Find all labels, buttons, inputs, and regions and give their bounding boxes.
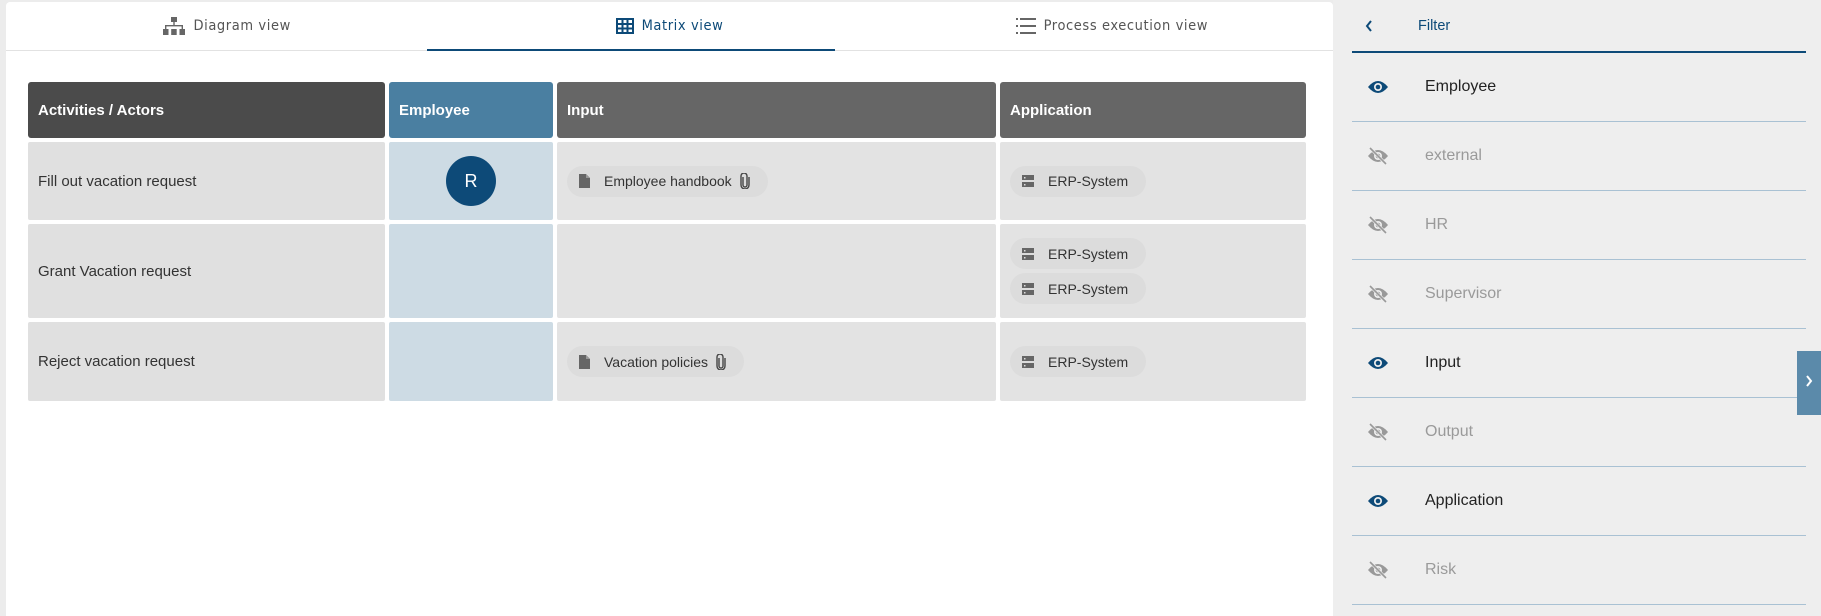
activity-cell[interactable]: Grant Vacation request [28,224,385,318]
eye-icon[interactable] [1367,493,1397,509]
application-cell: ERP-System ERP-System [1000,224,1306,318]
filter-item-label: Application [1425,492,1504,509]
input-cell [557,224,996,318]
eye-off-icon[interactable] [1367,216,1397,234]
sitemap-icon [163,17,186,35]
server-icon [1022,247,1034,260]
filter-sidebar: Filter Employee external HR Supervisor Input… [1333,0,1821,616]
application-chip[interactable]: ERP-System [1010,238,1147,269]
chevron-right-icon [1804,374,1814,393]
activity-cell[interactable]: Reject vacation request [28,322,385,401]
eye-off-icon[interactable] [1367,147,1397,165]
filter-item-label: Input [1425,354,1461,371]
activity-cell[interactable]: Fill out vacation request [28,142,385,220]
application-chip[interactable]: ERP-System [1010,165,1147,197]
tab-label: Diagram view [193,18,291,34]
tab-label: Matrix view [641,18,724,34]
document-icon [579,354,590,369]
eye-icon[interactable] [1367,355,1397,371]
tab-label: Process execution view [1043,18,1209,34]
filter-item-label: Supervisor [1425,285,1502,302]
raci-role-badge[interactable]: R [446,156,496,206]
filter-item-label: HR [1425,216,1449,233]
filter-item-risk[interactable]: Risk [1352,536,1806,605]
server-icon [1022,355,1034,368]
employee-cell[interactable] [389,322,553,401]
chevron-left-icon[interactable] [1364,19,1396,33]
filter-title: Filter [1418,17,1451,34]
eye-icon[interactable] [1367,79,1397,95]
chip-label: Employee handbook [604,173,732,189]
filter-item-label: Risk [1425,561,1457,578]
filter-item-external[interactable]: external [1352,122,1806,191]
filter-item-application[interactable]: Application [1352,467,1806,536]
document-icon [579,174,590,188]
application-cell: ERP-System [1000,322,1306,401]
employee-cell[interactable] [389,224,553,318]
filter-list: Employee external HR Supervisor Input Output A… [1352,53,1806,605]
application-chip[interactable]: ERP-System [1010,346,1147,377]
employee-cell[interactable]: R [389,142,553,220]
main-panel: Diagram view Matrix view Process executi… [6,2,1333,616]
filter-item-supervisor[interactable]: Supervisor [1352,260,1806,329]
tab-diagram-view[interactable]: Diagram view [6,2,448,50]
view-tabs: Diagram view Matrix view Process executi… [6,2,1333,51]
tab-matrix-view[interactable]: Matrix view [448,2,890,50]
table-row: Grant Vacation request ERP-System ERP-Sy… [28,220,1310,318]
header-activities-actors: Activities / Actors [28,82,385,138]
numbered-list-icon [1015,17,1036,35]
server-icon [1022,175,1034,187]
application-chip[interactable]: ERP-System [1010,273,1147,304]
chip-label: ERP-System [1048,245,1129,262]
grid-icon [615,18,634,34]
filter-item-hr[interactable]: HR [1352,191,1806,260]
table-row: Fill out vacation request R Employee han… [28,138,1310,220]
activity-label: Reject vacation request [38,353,195,370]
server-icon [1022,282,1034,295]
active-tab-indicator [427,49,835,51]
filter-item-input[interactable]: Input [1352,329,1806,398]
matrix-header-row: Activities / Actors Employee Input Appli… [28,82,1310,138]
eye-off-icon[interactable] [1367,285,1397,303]
eye-off-icon[interactable] [1367,561,1397,579]
responsibility-matrix: Activities / Actors Employee Input Appli… [28,82,1310,401]
input-cell: Employee handbook [557,142,996,220]
activity-label: Fill out vacation request [38,172,197,190]
filter-item-label: external [1425,147,1482,164]
chip-label: ERP-System [1048,173,1129,189]
filter-item-label: Employee [1425,78,1497,95]
input-cell: Vacation policies [557,322,996,401]
chip-label: ERP-System [1048,353,1129,370]
header-input: Input [557,82,996,138]
table-row: Reject vacation request Vacation policie… [28,318,1310,401]
filter-header: Filter [1352,0,1806,53]
input-chip[interactable]: Employee handbook [567,165,768,197]
paperclip-icon[interactable] [716,353,726,370]
tab-process-execution-view[interactable]: Process execution view [891,2,1333,50]
input-chip[interactable]: Vacation policies [567,346,745,377]
filter-item-output[interactable]: Output [1352,398,1806,467]
chip-label: ERP-System [1048,280,1129,297]
header-application: Application [1000,82,1306,138]
filter-item-employee[interactable]: Employee [1352,53,1806,122]
paperclip-icon[interactable] [739,173,750,189]
eye-off-icon[interactable] [1367,423,1397,441]
activity-label: Grant Vacation request [38,262,192,280]
header-employee[interactable]: Employee [389,82,553,138]
application-cell: ERP-System [1000,142,1306,220]
filter-item-label: Output [1425,423,1474,440]
expand-sidebar-handle[interactable] [1797,351,1821,415]
chip-label: Vacation policies [604,353,709,370]
